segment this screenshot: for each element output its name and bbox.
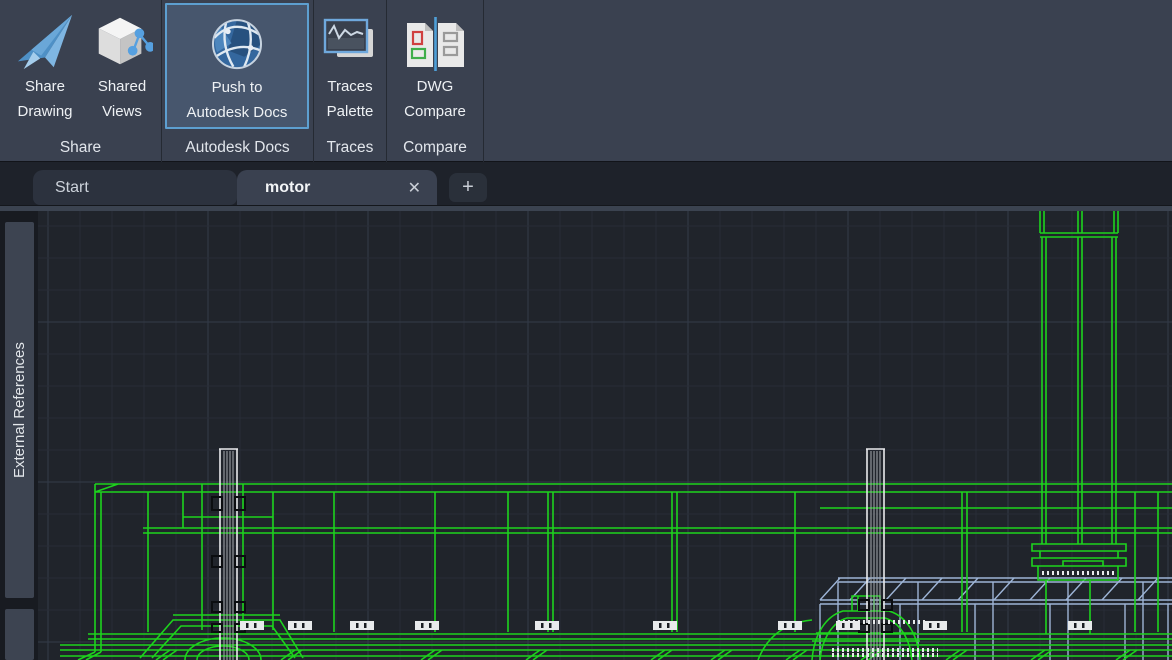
clamps-layer [240,621,1092,630]
ribbon-separator [483,0,484,162]
button-label: Push to [212,75,263,100]
button-label: Autodesk Docs [187,100,288,125]
button-label: Traces [327,74,372,99]
grid-layer [38,211,1172,660]
ribbon-group-autodesk-docs: Push to Autodesk Docs Autodesk Docs [162,0,313,162]
button-label: Shared [98,74,146,99]
ribbon-group-traces: Traces Palette Traces [314,0,386,162]
tab-label: Start [55,179,89,197]
ribbon: Share Drawing Shared Views [0,0,1172,162]
button-label: DWG [417,74,454,99]
group-label-traces: Traces [314,139,386,157]
group-label-autodesk-docs: Autodesk Docs [162,139,313,157]
xref-palette-label: External References [5,222,34,598]
new-tab-button[interactable]: + [449,173,487,202]
close-icon[interactable]: ✕ [408,178,421,198]
dwg-compare-button[interactable]: DWG Compare [395,0,475,130]
button-label: Palette [327,99,374,124]
palette-label [5,609,34,660]
group-label-share: Share [0,139,161,157]
push-to-autodesk-docs-button[interactable]: Push to Autodesk Docs [165,3,309,129]
button-label: Views [102,99,142,124]
globe-icon [208,5,266,75]
share-drawing-button[interactable]: Share Drawing [6,0,84,130]
drawing-viewport [38,211,1172,660]
group-label-compare: Compare [387,139,483,157]
dwg-compare-icon [404,0,466,74]
paper-plane-icon [14,0,76,74]
blue-wireframe-layer [820,578,1172,660]
button-label: Compare [404,99,466,124]
shared-views-button[interactable]: Shared Views [84,0,160,130]
ribbon-group-compare: DWG Compare Compare [387,0,483,162]
application-window: Share Drawing Shared Views [0,0,1172,660]
button-label: Share [25,74,65,99]
tab-label: motor [265,179,310,197]
ribbon-group-share: Share Drawing Shared Views [0,0,161,162]
button-label: Drawing [17,99,72,124]
cube-share-icon [91,0,153,74]
traces-palette-button[interactable]: Traces Palette [316,0,384,130]
plus-icon: + [462,176,474,199]
tab-motor[interactable]: motor ✕ [237,170,437,205]
left-dock: External References [0,211,38,660]
file-tab-bar: Start motor ✕ + [0,162,1172,205]
palette-tab-secondary[interactable] [5,609,34,660]
traces-palette-icon [321,0,379,74]
drawing-canvas[interactable] [38,211,1172,660]
xref-palette-tab[interactable]: External References [5,222,34,598]
tab-start[interactable]: Start [33,170,237,205]
